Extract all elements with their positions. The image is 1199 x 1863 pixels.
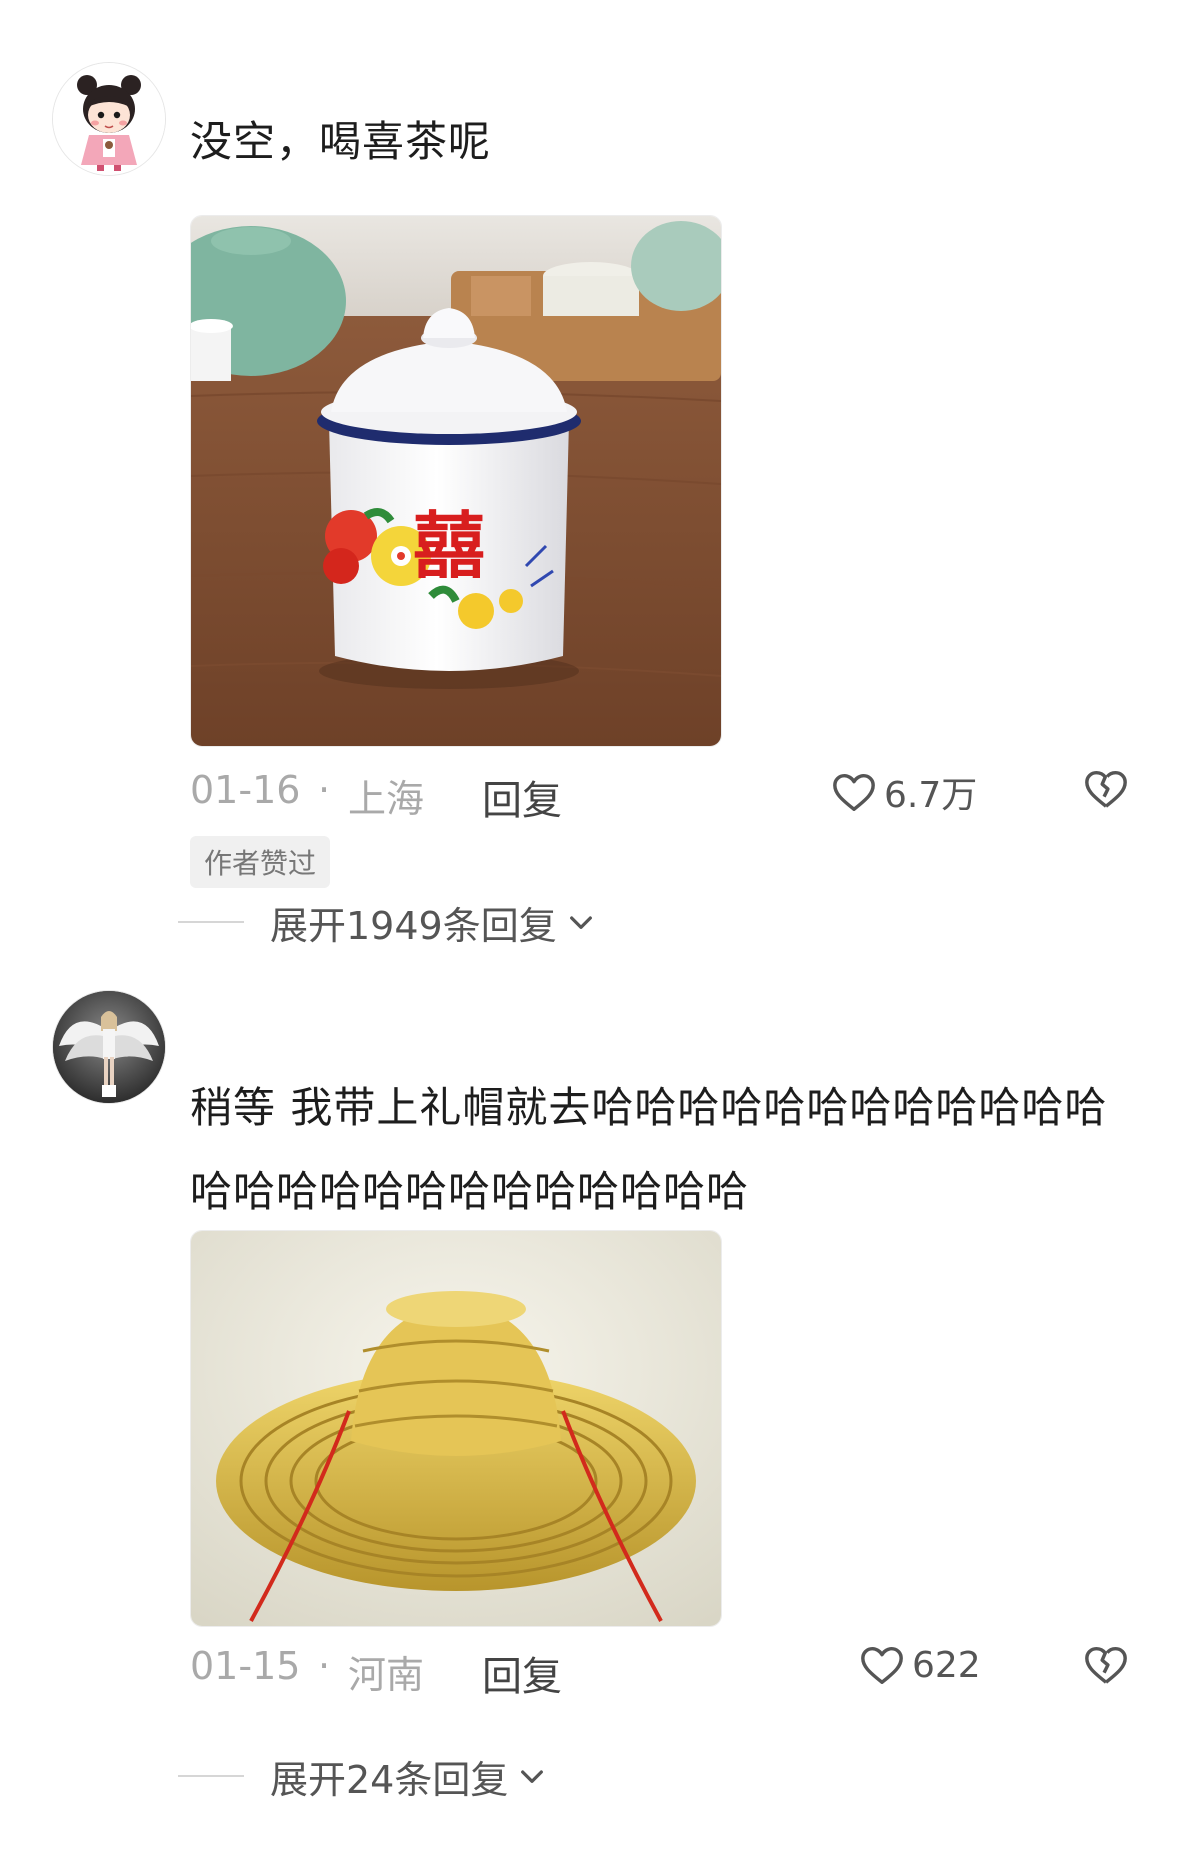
comment-meta: 01-16 · 上海 回复 6.7万 xyxy=(190,762,1130,824)
divider-line xyxy=(178,1775,244,1777)
comment-text: 没空，喝喜茶呢 xyxy=(190,117,492,166)
chevron-down-icon xyxy=(569,916,592,929)
broken-heart-icon xyxy=(1085,770,1127,808)
like-count: 6.7万 xyxy=(884,775,978,816)
dislike-button[interactable] xyxy=(1082,1642,1130,1697)
comment-meta: 01-15 · 河南 回复 622 xyxy=(190,1638,1130,1700)
expand-replies-button[interactable]: 展开24条回复 xyxy=(178,1748,548,1804)
comment-date: 01-15 xyxy=(190,1644,301,1688)
reply-button[interactable]: 回复 xyxy=(482,1644,562,1702)
comment-item: 没空，喝喜茶呢 囍 01-16 · 上海 回复 6.7万 作者赞过 xyxy=(0,0,1199,888)
svg-text:囍: 囍 xyxy=(413,504,485,588)
like-count: 622 xyxy=(912,1644,981,1686)
heart-outline-icon xyxy=(861,1646,903,1684)
expand-replies-label: 展开1949条回复 xyxy=(270,903,557,948)
like-button[interactable]: 622 xyxy=(858,1642,981,1688)
heart-outline-icon xyxy=(833,773,875,811)
meta-separator: · xyxy=(318,768,331,812)
comment-location: 河南 xyxy=(348,1653,425,1697)
like-button[interactable]: 6.7万 xyxy=(830,766,977,818)
expand-replies-label: 展开24条回复 xyxy=(270,1757,509,1802)
comment-image-straw-hat[interactable] xyxy=(190,1230,722,1627)
avatar[interactable] xyxy=(52,62,166,176)
comment-image-enamel-mug[interactable]: 囍 xyxy=(190,215,722,747)
comment-text: 稍等 我带上礼帽就去哈哈哈哈哈哈哈哈哈哈哈哈哈哈哈哈哈哈哈哈哈哈哈哈哈 xyxy=(190,1083,1108,1216)
dislike-button[interactable] xyxy=(1082,766,1130,821)
broken-heart-icon xyxy=(1085,1646,1127,1684)
comment-location: 上海 xyxy=(348,777,425,821)
comment-item: 稍等 我带上礼帽就去哈哈哈哈哈哈哈哈哈哈哈哈哈哈哈哈哈哈哈哈哈哈哈哈哈 01-1… xyxy=(0,990,1199,1860)
avatar[interactable] xyxy=(52,990,166,1104)
reply-button[interactable]: 回复 xyxy=(482,768,562,826)
author-liked-badge: 作者赞过 xyxy=(190,836,331,888)
chevron-down-icon xyxy=(521,1770,544,1783)
meta-separator: · xyxy=(318,1644,331,1688)
divider-line xyxy=(178,921,244,923)
comment-date: 01-16 xyxy=(190,768,301,812)
expand-replies-button[interactable]: 展开1949条回复 xyxy=(178,894,597,950)
